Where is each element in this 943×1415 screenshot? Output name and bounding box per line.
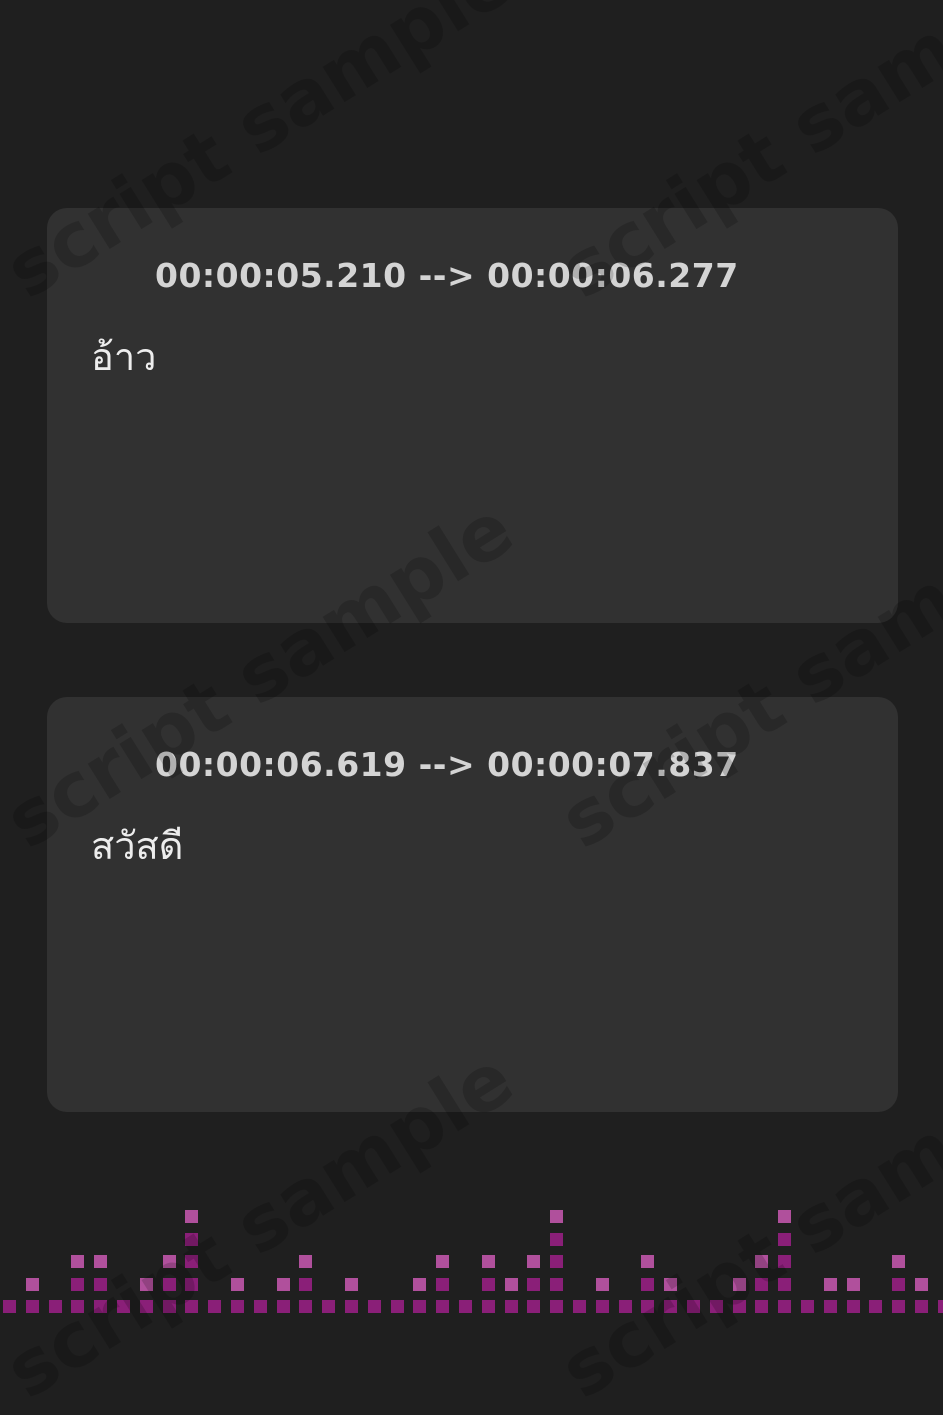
equalizer-cell xyxy=(25,1277,39,1291)
equalizer-cell xyxy=(117,1300,130,1313)
equalizer-cell xyxy=(185,1277,199,1291)
equalizer-cell xyxy=(732,1277,746,1291)
equalizer-cell xyxy=(276,1277,290,1291)
equalizer-cell xyxy=(185,1255,199,1268)
equalizer-cell xyxy=(595,1300,609,1313)
equalizer-cell xyxy=(94,1300,108,1313)
audio-waveform-icon xyxy=(90,258,136,293)
equalizer-cell xyxy=(778,1300,792,1313)
equalizer-cell xyxy=(345,1277,358,1291)
equalizer-cell xyxy=(231,1300,244,1313)
equalizer-cell xyxy=(436,1255,450,1268)
equalizer-cell xyxy=(413,1277,427,1291)
equalizer-cell xyxy=(345,1300,358,1313)
equalizer-cell xyxy=(527,1255,541,1268)
equalizer-cell xyxy=(3,1300,16,1313)
equalizer-cell xyxy=(94,1277,108,1291)
cue-text: สวัสดี xyxy=(91,824,184,868)
equalizer-cell xyxy=(139,1277,153,1291)
equalizer-cell xyxy=(504,1277,518,1291)
equalizer-cell xyxy=(595,1277,609,1291)
equalizer-cell xyxy=(641,1300,655,1313)
equalizer-cell xyxy=(139,1300,153,1313)
equalizer-cell xyxy=(481,1255,495,1268)
equalizer-cell xyxy=(892,1300,906,1313)
equalizer-cell xyxy=(915,1300,928,1313)
equalizer-cell xyxy=(550,1232,564,1246)
equalizer-cell xyxy=(299,1300,313,1313)
equalizer-cell xyxy=(527,1300,541,1313)
equalizer-cell xyxy=(573,1300,586,1313)
cue-text: อ้าว xyxy=(91,335,157,379)
equalizer-cell xyxy=(618,1300,632,1313)
equalizer-cell xyxy=(231,1277,244,1291)
equalizer-cell xyxy=(504,1300,518,1313)
cue-header: 00:00:06.619 --> 00:00:07.837 xyxy=(89,745,739,784)
equalizer-cell xyxy=(367,1300,381,1313)
equalizer-cell xyxy=(481,1300,495,1313)
equalizer-cell xyxy=(527,1277,541,1291)
equalizer-cell xyxy=(185,1210,199,1223)
equalizer-cell xyxy=(71,1300,85,1313)
equalizer-cell xyxy=(550,1255,564,1268)
equalizer-cell xyxy=(208,1300,222,1313)
equalizer-cell xyxy=(664,1277,678,1291)
equalizer-cell xyxy=(550,1210,564,1223)
equalizer-cell xyxy=(664,1300,678,1313)
equalizer-cell xyxy=(550,1300,564,1313)
equalizer-cell xyxy=(162,1277,176,1291)
cue-time-range: 00:00:06.619 --> 00:00:07.837 xyxy=(155,745,739,784)
equalizer-cell xyxy=(299,1277,313,1291)
equalizer-cell xyxy=(801,1300,814,1313)
equalizer-cell xyxy=(892,1277,906,1291)
equalizer-cell xyxy=(481,1277,495,1291)
equalizer-cell xyxy=(48,1300,62,1313)
equalizer-cell xyxy=(459,1300,472,1313)
equalizer-cell xyxy=(755,1300,769,1313)
equalizer-cell xyxy=(25,1300,39,1313)
equalizer-cell xyxy=(185,1232,199,1246)
equalizer-cell xyxy=(162,1255,176,1268)
equalizer-cell xyxy=(299,1255,313,1268)
equalizer-cell xyxy=(823,1300,837,1313)
equalizer-cell xyxy=(915,1277,928,1291)
subtitle-cue-card[interactable]: 00:00:06.619 --> 00:00:07.837 สวัสดี xyxy=(47,697,898,1112)
cue-header: 00:00:05.210 --> 00:00:06.277 xyxy=(89,256,739,295)
equalizer-cell xyxy=(253,1300,267,1313)
equalizer-cell xyxy=(185,1300,199,1313)
equalizer-cell xyxy=(846,1277,860,1291)
cue-time-range: 00:00:05.210 --> 00:00:06.277 xyxy=(155,256,739,295)
equalizer-cell xyxy=(71,1255,85,1268)
equalizer-cell xyxy=(732,1300,746,1313)
equalizer-cell xyxy=(778,1255,792,1268)
equalizer-cell xyxy=(641,1277,655,1291)
equalizer-cell xyxy=(162,1300,176,1313)
watermark-layer: script sample script sample script sampl… xyxy=(0,0,943,1415)
equalizer-cell xyxy=(755,1255,769,1268)
equalizer-cell xyxy=(436,1277,450,1291)
equalizer-decoration xyxy=(0,1200,943,1320)
equalizer-cell xyxy=(869,1300,883,1313)
equalizer-cell xyxy=(892,1255,906,1268)
equalizer-cell xyxy=(937,1300,943,1313)
equalizer-cell xyxy=(846,1300,860,1313)
equalizer-cell xyxy=(94,1255,108,1268)
equalizer-cell xyxy=(322,1300,336,1313)
equalizer-cell xyxy=(71,1277,85,1291)
equalizer-cell xyxy=(390,1300,404,1313)
equalizer-cell xyxy=(276,1300,290,1313)
equalizer-cell xyxy=(641,1255,655,1268)
equalizer-cell xyxy=(778,1210,792,1223)
equalizer-cell xyxy=(436,1300,450,1313)
equalizer-cell xyxy=(823,1277,837,1291)
subtitle-cue-card[interactable]: 00:00:05.210 --> 00:00:06.277 อ้าว xyxy=(47,208,898,623)
equalizer-cell xyxy=(687,1300,700,1313)
equalizer-cell xyxy=(755,1277,769,1291)
equalizer-cell xyxy=(778,1277,792,1291)
equalizer-cell xyxy=(413,1300,427,1313)
audio-waveform-icon xyxy=(90,747,136,782)
equalizer-cell xyxy=(550,1277,564,1291)
equalizer-cell xyxy=(709,1300,723,1313)
equalizer-cell xyxy=(778,1232,792,1246)
